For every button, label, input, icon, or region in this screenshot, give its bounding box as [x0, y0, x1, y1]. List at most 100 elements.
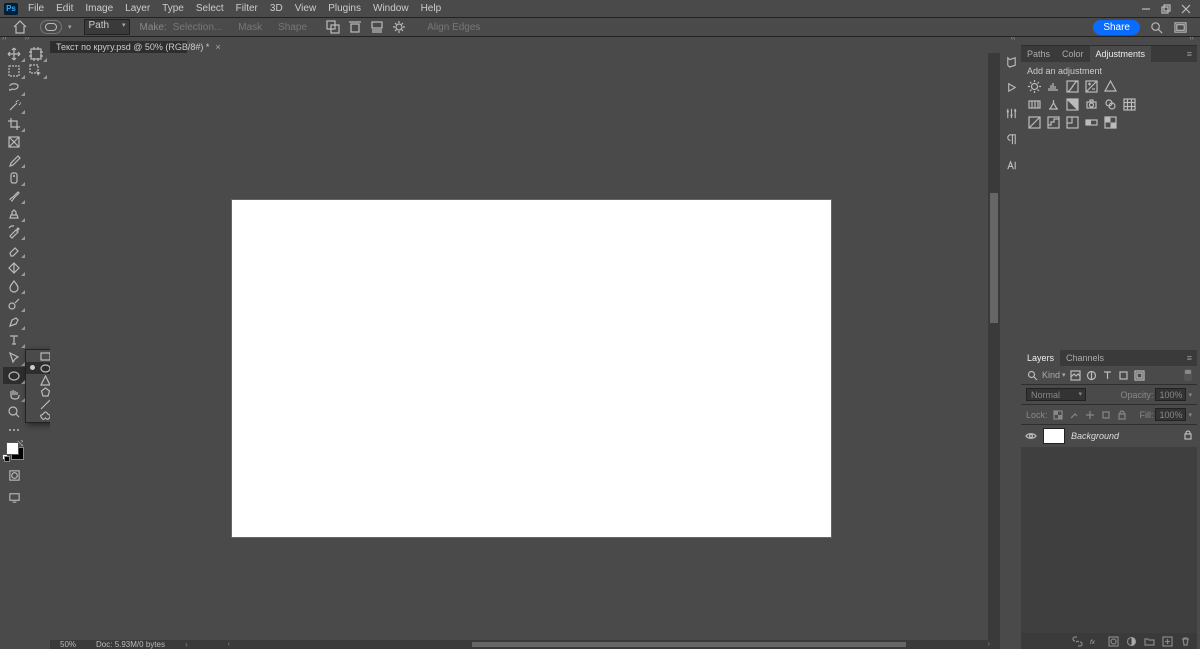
add-mask-icon[interactable]	[1107, 635, 1119, 647]
menu-file[interactable]: File	[22, 0, 50, 17]
black-white-icon[interactable]	[1065, 97, 1080, 112]
move-tool[interactable]	[3, 45, 25, 62]
menu-type[interactable]: Type	[156, 0, 190, 17]
eraser-tool[interactable]	[3, 241, 25, 258]
menu-3d[interactable]: 3D	[264, 0, 289, 17]
layer-thumbnail[interactable]	[1043, 428, 1065, 444]
history-brush-tool[interactable]	[3, 223, 25, 240]
edit-toolbar-button[interactable]	[3, 421, 25, 438]
path-arrangement-button[interactable]	[369, 19, 385, 35]
hue-saturation-icon[interactable]	[1027, 97, 1042, 112]
filter-adjustment-icon[interactable]	[1086, 369, 1098, 381]
play-action-panel-icon[interactable]	[1003, 79, 1019, 95]
character-panel-icon[interactable]	[1003, 157, 1019, 173]
color-lookup-icon[interactable]	[1122, 97, 1137, 112]
scroll-right-arrow-icon[interactable]: ›	[988, 641, 990, 648]
align-edges-checkbox[interactable]: Align Edges	[427, 22, 480, 33]
shape-preset-dropdown[interactable]	[40, 20, 62, 34]
layer-name[interactable]: Background	[1071, 431, 1119, 441]
filter-shape-icon[interactable]	[1118, 369, 1130, 381]
search-icon[interactable]	[1026, 369, 1038, 381]
panel-menu-icon[interactable]: ≡	[1182, 49, 1197, 59]
tab-layers[interactable]: Layers	[1021, 350, 1060, 366]
lock-position-icon[interactable]	[1084, 409, 1096, 421]
foreground-background-colors[interactable]: ⤭	[3, 441, 25, 461]
menu-help[interactable]: Help	[415, 0, 448, 17]
filter-toggle[interactable]	[1184, 369, 1192, 381]
hand-tool[interactable]	[3, 385, 25, 402]
menu-view[interactable]: View	[289, 0, 323, 17]
threshold-icon[interactable]	[1065, 115, 1080, 130]
layer-row[interactable]: Background	[1021, 425, 1197, 447]
lasso-tool[interactable]	[3, 79, 25, 96]
channel-mixer-icon[interactable]	[1103, 97, 1118, 112]
adjustments-panel-icon[interactable]	[1003, 105, 1019, 121]
document-canvas[interactable]	[231, 199, 832, 538]
lock-all-icon[interactable]	[1116, 409, 1128, 421]
lock-pixels-icon[interactable]	[1068, 409, 1080, 421]
settings-gear-icon[interactable]	[391, 19, 407, 35]
search-icon[interactable]	[1148, 19, 1164, 35]
visibility-eye-icon[interactable]	[1025, 430, 1037, 442]
tool-mode-select[interactable]: Path	[84, 19, 130, 35]
menu-window[interactable]: Window	[367, 0, 415, 17]
screen-mode-button[interactable]	[3, 490, 25, 505]
new-layer-icon[interactable]	[1161, 635, 1173, 647]
brush-tool[interactable]	[3, 187, 25, 204]
menu-select[interactable]: Select	[190, 0, 230, 17]
foreground-color-swatch[interactable]	[7, 443, 18, 454]
lock-transparency-icon[interactable]	[1052, 409, 1064, 421]
clone-stamp-tool[interactable]	[3, 205, 25, 222]
canvas-viewport[interactable]	[50, 53, 988, 640]
libraries-panel-icon[interactable]	[1003, 53, 1019, 69]
eyedropper-tool[interactable]	[3, 151, 25, 168]
chevron-down-icon[interactable]: ▾	[1188, 391, 1192, 399]
lock-artboard-icon[interactable]	[1100, 409, 1112, 421]
document-tab[interactable]: Текст по кругу.psd @ 50% (RGB/8#) *	[56, 42, 209, 52]
quick-mask-mode-button[interactable]	[3, 468, 25, 483]
frame-tool[interactable]	[3, 133, 25, 150]
link-layers-icon[interactable]	[1071, 635, 1083, 647]
filter-type-icon[interactable]	[1102, 369, 1114, 381]
filter-kind-select[interactable]: Kind ▾	[1042, 370, 1066, 380]
filter-smartobject-icon[interactable]	[1134, 369, 1146, 381]
tab-color[interactable]: Color	[1056, 46, 1090, 62]
chevron-right-icon[interactable]: ››	[2, 37, 7, 41]
invert-icon[interactable]	[1027, 115, 1042, 130]
tab-channels[interactable]: Channels	[1060, 350, 1110, 366]
spot-healing-brush-tool[interactable]	[3, 169, 25, 186]
artboard-tool[interactable]	[25, 45, 47, 62]
chevron-left-icon[interactable]: ‹‹	[1011, 37, 1016, 41]
scroll-left-arrow-icon[interactable]: ‹	[228, 641, 230, 648]
crop-tool[interactable]	[3, 115, 25, 132]
make-selection-button[interactable]: Selection...	[173, 22, 222, 33]
vertical-scrollbar[interactable]	[988, 53, 1000, 640]
fill-value[interactable]: 100%	[1155, 408, 1186, 421]
path-operations-button[interactable]	[325, 19, 341, 35]
levels-icon[interactable]	[1046, 79, 1061, 94]
panel-menu-icon[interactable]: ≡	[1182, 353, 1197, 363]
posterize-icon[interactable]	[1046, 115, 1061, 130]
blend-mode-select[interactable]: Normal	[1026, 388, 1086, 401]
magic-wand-tool[interactable]	[3, 97, 25, 114]
selective-color-icon[interactable]	[1103, 115, 1118, 130]
curves-icon[interactable]	[1065, 79, 1080, 94]
horizontal-scrollbar[interactable]: ‹ ›	[228, 641, 990, 648]
tab-paths[interactable]: Paths	[1021, 46, 1056, 62]
menu-filter[interactable]: Filter	[230, 0, 264, 17]
zoom-tool[interactable]	[3, 403, 25, 420]
new-group-icon[interactable]	[1143, 635, 1155, 647]
menu-plugins[interactable]: Plugins	[322, 0, 367, 17]
layer-list[interactable]: Background	[1021, 425, 1197, 633]
layer-lock-icon[interactable]	[1183, 430, 1193, 442]
chevron-right-icon[interactable]: ››	[25, 37, 30, 41]
dodge-tool[interactable]	[3, 295, 25, 312]
info-chevron-icon[interactable]: ›	[185, 640, 188, 649]
scrollbar-thumb[interactable]	[472, 642, 906, 647]
close-tab-icon[interactable]: ×	[215, 42, 220, 52]
document-info[interactable]: Doc: 5.93M/0 bytes	[96, 640, 165, 649]
photo-filter-icon[interactable]	[1084, 97, 1099, 112]
color-balance-icon[interactable]	[1046, 97, 1061, 112]
gradient-tool[interactable]	[3, 259, 25, 276]
chevron-left-icon[interactable]: ‹‹	[1189, 37, 1194, 41]
